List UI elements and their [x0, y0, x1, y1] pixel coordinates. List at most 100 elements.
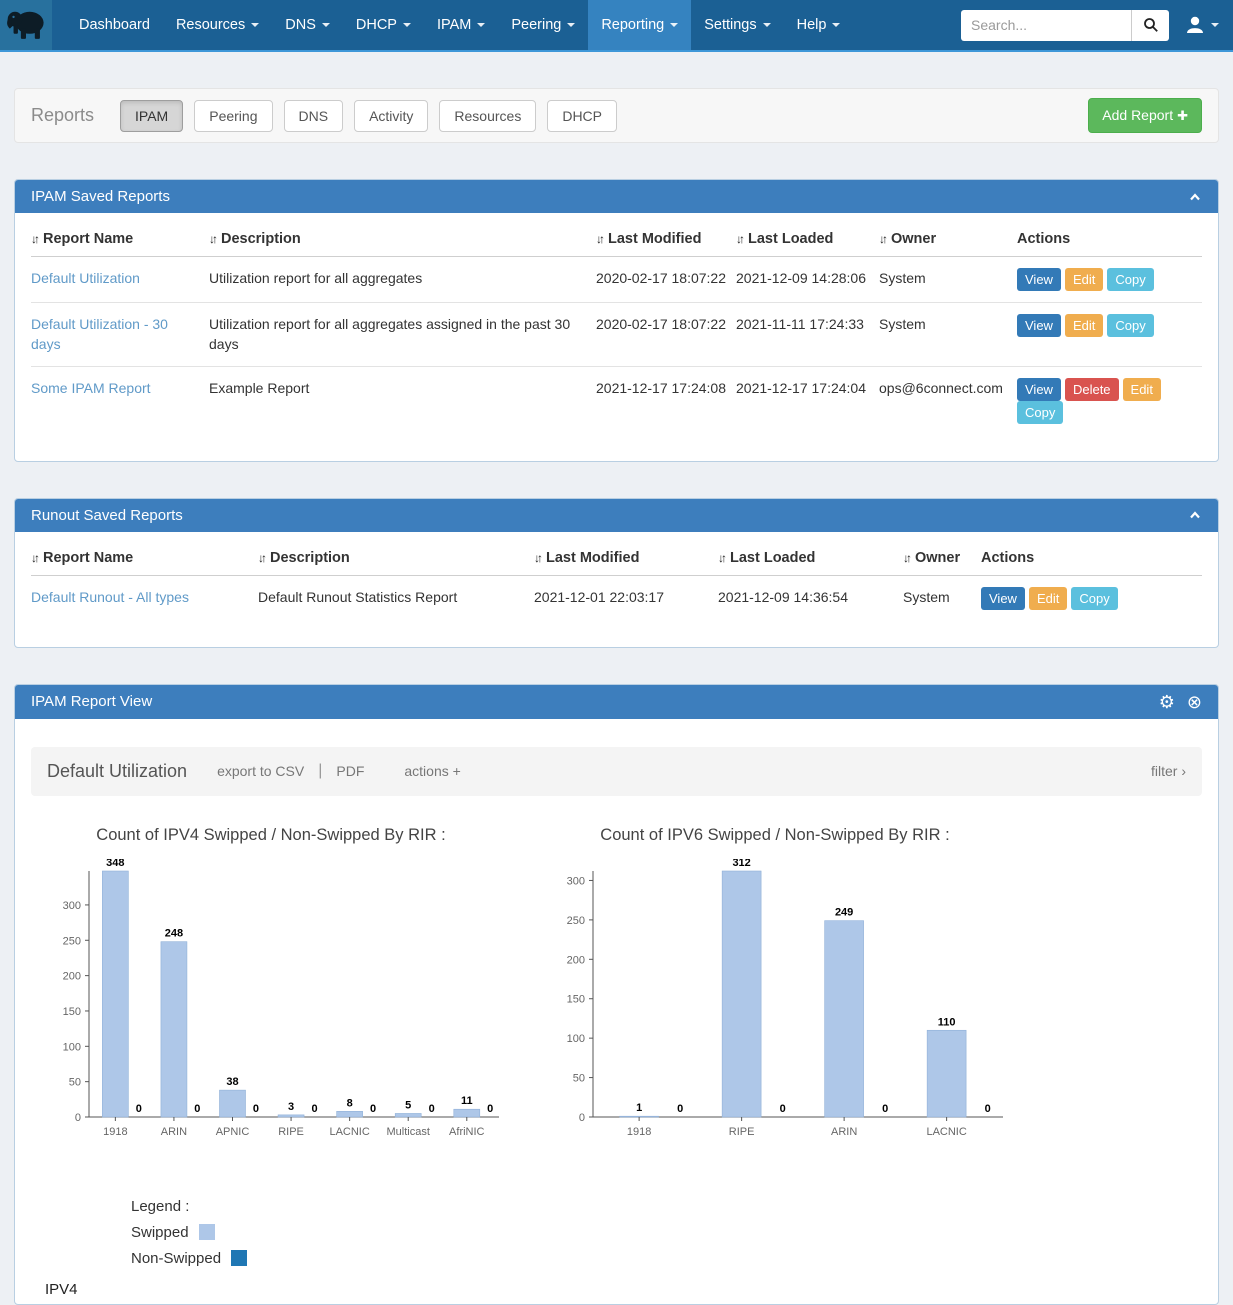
column-header-last-loaded[interactable]: ↓↑Last Loaded	[736, 219, 879, 257]
column-header-owner[interactable]: ↓↑Owner	[879, 219, 1017, 257]
chevron-down-icon	[322, 23, 330, 27]
sort-icon: ↓↑	[258, 551, 264, 565]
svg-text:0: 0	[370, 1103, 376, 1115]
export-pdf-link[interactable]: PDF	[336, 763, 364, 779]
collapse-chevron-up-icon[interactable]	[1188, 190, 1202, 204]
nav-item-ipam[interactable]: IPAM	[424, 0, 498, 50]
nav-item-label: Settings	[704, 17, 756, 33]
user-icon	[1185, 15, 1205, 35]
nav-item-peering[interactable]: Peering	[498, 0, 588, 50]
column-header-description[interactable]: ↓↑Description	[258, 538, 534, 576]
close-circle-icon[interactable]: ⊗	[1187, 693, 1202, 711]
ipv6-bar-chart: 0501001502002503001019183120RIPE2490ARIN…	[535, 859, 1015, 1159]
copy-button[interactable]: Copy	[1107, 268, 1153, 291]
separator: |	[318, 762, 322, 780]
app-logo[interactable]	[0, 0, 52, 50]
sort-icon: ↓↑	[534, 551, 540, 565]
legend-swatch	[231, 1250, 247, 1266]
legend-swatch	[199, 1224, 215, 1240]
owner-cell: ops@6connect.com	[879, 366, 1017, 435]
legend-item: Swipped	[131, 1224, 1202, 1241]
view-button[interactable]: View	[1017, 378, 1061, 401]
svg-text:0: 0	[253, 1103, 259, 1115]
view-button[interactable]: View	[1017, 314, 1061, 337]
tab-dhcp[interactable]: DHCP	[547, 100, 617, 132]
legend-title: Legend :	[131, 1198, 1202, 1215]
search-button[interactable]	[1131, 10, 1169, 41]
svg-text:LACNIC: LACNIC	[926, 1126, 966, 1138]
svg-text:1918: 1918	[103, 1126, 127, 1138]
svg-text:3: 3	[288, 1100, 294, 1112]
column-header-last-modified[interactable]: ↓↑Last Modified	[534, 538, 718, 576]
column-header-last-modified[interactable]: ↓↑Last Modified	[596, 219, 736, 257]
copy-button[interactable]: Copy	[1017, 401, 1063, 424]
svg-text:5: 5	[405, 1099, 411, 1111]
edit-button[interactable]: Edit	[1065, 314, 1103, 337]
copy-button[interactable]: Copy	[1107, 314, 1153, 337]
ipam-saved-reports-body: ↓↑Report Name↓↑Description↓↑Last Modifie…	[15, 213, 1218, 461]
nav-item-resources[interactable]: Resources	[163, 0, 272, 50]
sort-icon: ↓↑	[879, 232, 885, 246]
svg-text:348: 348	[106, 859, 124, 869]
actions-cell: ViewEditCopy	[981, 575, 1202, 621]
actions-link[interactable]: actions +	[404, 763, 460, 779]
delete-button[interactable]: Delete	[1065, 378, 1119, 401]
ipam-saved-reports-table: ↓↑Report Name↓↑Description↓↑Last Modifie…	[31, 219, 1202, 435]
runout-saved-reports-body: ↓↑Report Name↓↑Description↓↑Last Modifie…	[15, 532, 1218, 647]
tab-activity[interactable]: Activity	[354, 100, 428, 132]
nav-item-reporting[interactable]: Reporting	[588, 0, 691, 50]
page-title: Reports	[31, 105, 94, 126]
nav-item-label: DNS	[285, 17, 316, 33]
nav-item-help[interactable]: Help	[784, 0, 854, 50]
edit-button[interactable]: Edit	[1029, 587, 1067, 610]
panel-title: IPAM Saved Reports	[31, 188, 170, 205]
collapse-chevron-up-icon[interactable]	[1188, 508, 1202, 522]
tab-dns[interactable]: DNS	[284, 100, 344, 132]
column-header-owner[interactable]: ↓↑Owner	[903, 538, 981, 576]
table-row: Some IPAM ReportExample Report2021-12-17…	[31, 366, 1202, 435]
chevron-down-icon	[477, 23, 485, 27]
column-header-description[interactable]: ↓↑Description	[209, 219, 596, 257]
report-name-link[interactable]: Default Utilization - 30 days	[31, 316, 168, 352]
tab-peering[interactable]: Peering	[194, 100, 272, 132]
svg-text:150: 150	[63, 1006, 81, 1018]
svg-text:0: 0	[579, 1112, 585, 1124]
filter-link[interactable]: filter ›	[1151, 763, 1186, 779]
view-button[interactable]: View	[981, 587, 1025, 610]
view-button[interactable]: View	[1017, 268, 1061, 291]
export-csv-link[interactable]: export to CSV	[217, 763, 304, 779]
column-header-report-name[interactable]: ↓↑Report Name	[31, 219, 209, 257]
ipam-report-view-header: IPAM Report View ⚙ ⊗	[15, 685, 1218, 719]
tab-ipam[interactable]: IPAM	[120, 100, 183, 132]
chart-legend: Legend : SwippedNon-Swipped	[131, 1198, 1202, 1267]
gear-icon[interactable]: ⚙	[1159, 693, 1175, 711]
add-report-button[interactable]: Add Report✚	[1088, 98, 1202, 133]
copy-button[interactable]: Copy	[1071, 587, 1117, 610]
sort-icon: ↓↑	[718, 551, 724, 565]
column-header-report-name[interactable]: ↓↑Report Name	[31, 538, 258, 576]
sort-icon: ↓↑	[736, 232, 742, 246]
edit-button[interactable]: Edit	[1123, 378, 1161, 401]
nav-item-dhcp[interactable]: DHCP	[343, 0, 424, 50]
nav-item-label: Resources	[176, 17, 245, 33]
svg-text:0: 0	[487, 1103, 493, 1115]
table-row: Default Runout - All typesDefault Runout…	[31, 575, 1202, 621]
nav-item-settings[interactable]: Settings	[691, 0, 783, 50]
report-name-link[interactable]: Default Runout - All types	[31, 589, 189, 605]
runout-saved-reports-table: ↓↑Report Name↓↑Description↓↑Last Modifie…	[31, 538, 1202, 621]
page-content: Reports IPAM Peering DNS Activity Resources D…	[0, 88, 1233, 1305]
edit-button[interactable]: Edit	[1065, 268, 1103, 291]
report-name-link[interactable]: Default Utilization	[31, 270, 140, 286]
search-input[interactable]	[961, 10, 1131, 41]
tab-resources[interactable]: Resources	[439, 100, 536, 132]
report-name-link[interactable]: Some IPAM Report	[31, 380, 151, 396]
svg-text:0: 0	[75, 1112, 81, 1124]
user-menu[interactable]	[1185, 15, 1219, 35]
svg-text:248: 248	[165, 927, 183, 939]
add-report-label: Add Report	[1102, 107, 1173, 123]
svg-text:0: 0	[677, 1103, 683, 1115]
nav-item-dashboard[interactable]: Dashboard	[66, 0, 163, 50]
nav-item-dns[interactable]: DNS	[272, 0, 343, 50]
column-header-last-loaded[interactable]: ↓↑Last Loaded	[718, 538, 903, 576]
panel-title: Runout Saved Reports	[31, 507, 183, 524]
